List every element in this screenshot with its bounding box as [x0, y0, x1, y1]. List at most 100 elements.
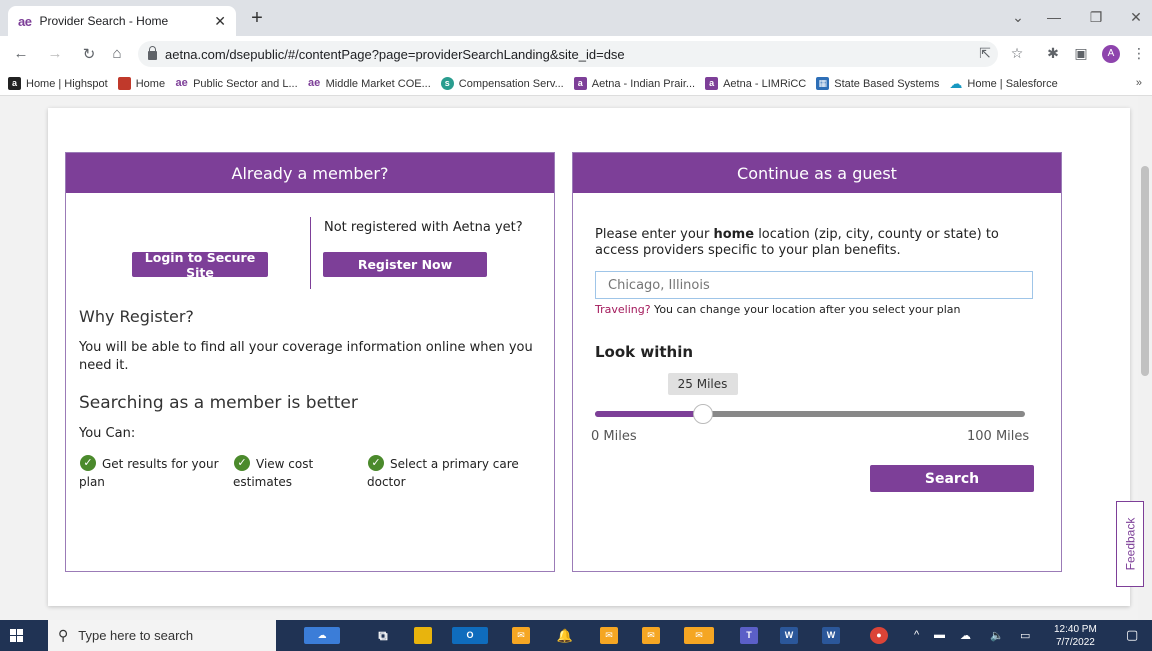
bookmark-label: Middle Market COE... — [325, 77, 431, 90]
close-window-button[interactable]: ✕ — [1126, 9, 1146, 26]
traveling-note: Traveling? You can change your location … — [595, 303, 961, 316]
bookmark-item[interactable]: a Home | Highspot — [8, 77, 108, 90]
guest-panel: Continue as a guest Please enter your ho… — [572, 152, 1062, 572]
mail-icon[interactable]: ✉ — [642, 627, 660, 644]
windows-start-icon[interactable] — [10, 629, 23, 642]
back-arrow-icon[interactable]: ← — [12, 45, 30, 62]
bookmark-label: Aetna - Indian Prair... — [591, 77, 696, 90]
bookmark-item[interactable]: ☁ Home | Salesforce — [949, 77, 1057, 90]
search-button[interactable]: Search — [870, 465, 1034, 492]
compensation-bookmark-icon: s — [440, 77, 454, 90]
slider-thumb[interactable] — [692, 404, 713, 424]
new-tab-button[interactable]: + — [246, 8, 268, 28]
mail-icon[interactable]: ✉ — [512, 627, 530, 644]
side-panel-icon[interactable]: ▣ — [1072, 45, 1090, 62]
bookmark-label: Home | Salesforce — [967, 77, 1058, 90]
taskbar-search-placeholder: Type here to search — [78, 628, 194, 643]
bookmark-item[interactable]: ae Public Sector and L... — [175, 77, 298, 90]
lock-icon — [148, 46, 157, 60]
feedback-tab[interactable]: Feedback — [1116, 501, 1144, 587]
browser-toolbar: ← → ↻ ⌂ aetna.com/dsepublic/#/contentPag… — [0, 36, 1152, 72]
weather-widget-icon[interactable]: ☁ — [304, 627, 340, 644]
scrollbar-thumb[interactable] — [1141, 166, 1149, 376]
login-secure-site-button[interactable]: Login to Secure Site — [132, 250, 268, 280]
benefit-item: View cost estimates — [233, 457, 314, 489]
member-better-heading: Searching as a member is better — [79, 393, 358, 413]
vertical-divider — [310, 217, 311, 289]
slider-max-label: 100 Miles — [967, 429, 1030, 444]
bookmark-label: Public Sector and L... — [193, 77, 298, 90]
taskbar-clock[interactable]: 12:40 PM 7/7/2022 — [1054, 623, 1097, 649]
notification-bell-icon[interactable]: 🔔 — [556, 627, 574, 644]
bookmark-item[interactable]: ▦ State Based Systems — [816, 77, 939, 90]
home-bookmark-icon — [117, 77, 131, 90]
bookmark-label: Compensation Serv... — [458, 77, 564, 90]
prompt-text-start: Please enter your — [595, 227, 714, 242]
look-within-label: Look within — [595, 343, 694, 361]
feedback-label: Feedback — [1123, 517, 1138, 571]
slider-fill — [595, 411, 703, 417]
onedrive-icon[interactable]: ☁ — [960, 629, 971, 642]
aetna-a-bookmark-icon: a — [705, 77, 719, 90]
home-icon[interactable]: ⌂ — [108, 45, 126, 62]
aetna-bookmark-icon: ae — [308, 77, 321, 89]
tray-app-icon[interactable]: ▬ — [934, 629, 945, 641]
chrome-icon[interactable]: ● — [870, 627, 888, 644]
more-bookmarks-chevron-icon[interactable]: » — [1136, 77, 1142, 89]
bookmark-item[interactable]: a Aetna - LIMRiCC — [705, 77, 806, 90]
member-panel-header: Already a member? — [66, 153, 554, 193]
menu-kebab-icon[interactable]: ⋮ — [1130, 45, 1148, 62]
reload-icon[interactable]: ↻ — [80, 45, 98, 63]
location-input[interactable] — [595, 271, 1033, 299]
taskbar-search-box[interactable]: ⚲ Type here to search — [48, 620, 276, 651]
outlook-icon[interactable]: O — [452, 627, 488, 644]
bookmark-label: Aetna - LIMRiCC — [723, 77, 807, 90]
volume-icon[interactable]: 🔈 — [990, 629, 1004, 642]
action-center-icon[interactable]: ▢ — [1126, 627, 1138, 643]
why-register-heading: Why Register? — [79, 307, 194, 326]
extensions-puzzle-icon[interactable]: ✱ — [1044, 45, 1062, 62]
bookmark-item[interactable]: ae Middle Market COE... — [308, 77, 431, 90]
traveling-text: You can change your location after you s… — [650, 303, 961, 316]
tab-title: Provider Search - Home — [39, 14, 169, 28]
minimize-button[interactable]: — — [1044, 9, 1064, 25]
profile-avatar[interactable]: A — [1102, 45, 1120, 63]
bookmark-item[interactable]: Home — [117, 77, 166, 90]
state-systems-bookmark-icon: ▦ — [816, 77, 830, 90]
mail-icon[interactable]: ✉ — [684, 627, 714, 644]
benefit-item: Get results for your plan — [79, 457, 219, 489]
file-explorer-icon[interactable] — [414, 627, 432, 644]
task-view-icon[interactable]: ⧉ — [374, 627, 392, 644]
distance-slider[interactable] — [595, 404, 1025, 424]
you-can-label: You Can: — [79, 426, 136, 441]
mail-icon[interactable]: ✉ — [600, 627, 618, 644]
slider-value-bubble: 25 Miles — [667, 373, 738, 395]
tab-search-chevron-icon[interactable]: ⌄ — [1008, 9, 1028, 26]
bookmark-label: Home — [135, 77, 166, 90]
word-icon[interactable]: W — [822, 627, 840, 644]
restore-button[interactable]: ❐ — [1086, 9, 1106, 26]
bookmark-item[interactable]: s Compensation Serv... — [440, 77, 564, 90]
aetna-favicon-icon: ae — [18, 13, 32, 29]
location-prompt: Please enter your home location (zip, ci… — [595, 227, 1035, 259]
page-viewport: Already a member? Login to Secure Site N… — [0, 96, 1152, 620]
tab-close-icon[interactable]: ✕ — [214, 13, 226, 30]
forward-arrow-icon[interactable]: → — [46, 45, 64, 62]
share-icon[interactable]: ⇱ — [976, 45, 994, 62]
bookmark-item[interactable]: a Aetna - Indian Prair... — [573, 77, 696, 90]
browser-tab[interactable]: ae Provider Search - Home ✕ — [8, 6, 236, 36]
traveling-link[interactable]: Traveling? — [595, 303, 651, 316]
search-icon: ⚲ — [58, 627, 69, 643]
url-text: aetna.com/dsepublic/#/contentPage?page=p… — [165, 46, 625, 62]
network-icon[interactable]: ▭ — [1020, 629, 1030, 642]
teams-icon[interactable]: T — [740, 627, 758, 644]
browser-tab-bar: ae Provider Search - Home ✕ + ⌄ — ❐ ✕ — [0, 0, 1152, 36]
register-now-button[interactable]: Register Now — [323, 252, 487, 277]
word-icon[interactable]: W — [780, 627, 798, 644]
address-bar[interactable]: aetna.com/dsepublic/#/contentPage?page=p… — [138, 41, 998, 67]
prompt-home-bold: home — [713, 227, 755, 242]
member-panel: Already a member? Login to Secure Site N… — [65, 152, 555, 572]
provider-search-card: Already a member? Login to Secure Site N… — [48, 108, 1130, 606]
bookmark-star-icon[interactable]: ☆ — [1008, 45, 1026, 62]
tray-chevron-icon[interactable]: ^ — [914, 629, 919, 641]
